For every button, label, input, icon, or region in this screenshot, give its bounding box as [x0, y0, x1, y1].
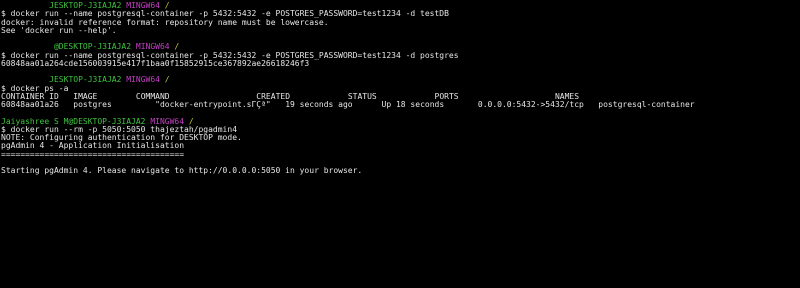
prompt-line: JESKTOP-J3IAJA2 MINGW64 /	[1, 76, 800, 84]
cell-image: postgres	[73, 100, 112, 109]
cell-command: "docker-entrypoint.sΓÇª"	[155, 100, 271, 109]
prompt-host: JESKTOP-J3IAJA2	[49, 75, 122, 85]
prompt-path: /	[174, 42, 180, 52]
output-line: docker: invalid reference format: reposi…	[1, 17, 329, 27]
table-row: 60848aa01a26 postgres "docker-entrypoint…	[1, 100, 800, 109]
output-line: ======================================	[1, 149, 185, 159]
cell-created: 19 seconds ago	[285, 100, 353, 109]
terminal-window[interactable]: JESKTOP-J3IAJA2 MINGW64 / $ docker run -…	[0, 0, 800, 288]
cell-ports: 0.0.0.0:5432->5432/tcp	[477, 100, 584, 109]
output-line: Starting pgAdmin 4. Please navigate to h…	[1, 166, 363, 175]
prompt-shell: MINGW64	[135, 42, 170, 52]
cell-names: postgresql-container	[598, 100, 695, 109]
cell-container-id: 60848aa01a26	[1, 100, 59, 109]
prompt-shell: MINGW64	[126, 75, 160, 85]
output-line: See 'docker run --help'.	[1, 25, 117, 35]
prompt-host: @DESKTOP-J3IAJA2	[53, 42, 132, 52]
cell-status: Up 18 seconds	[381, 100, 445, 109]
prompt-path: /	[164, 75, 170, 85]
output-line: 60848aa01a264cde156003915e417f1baa0f1585…	[1, 58, 310, 68]
